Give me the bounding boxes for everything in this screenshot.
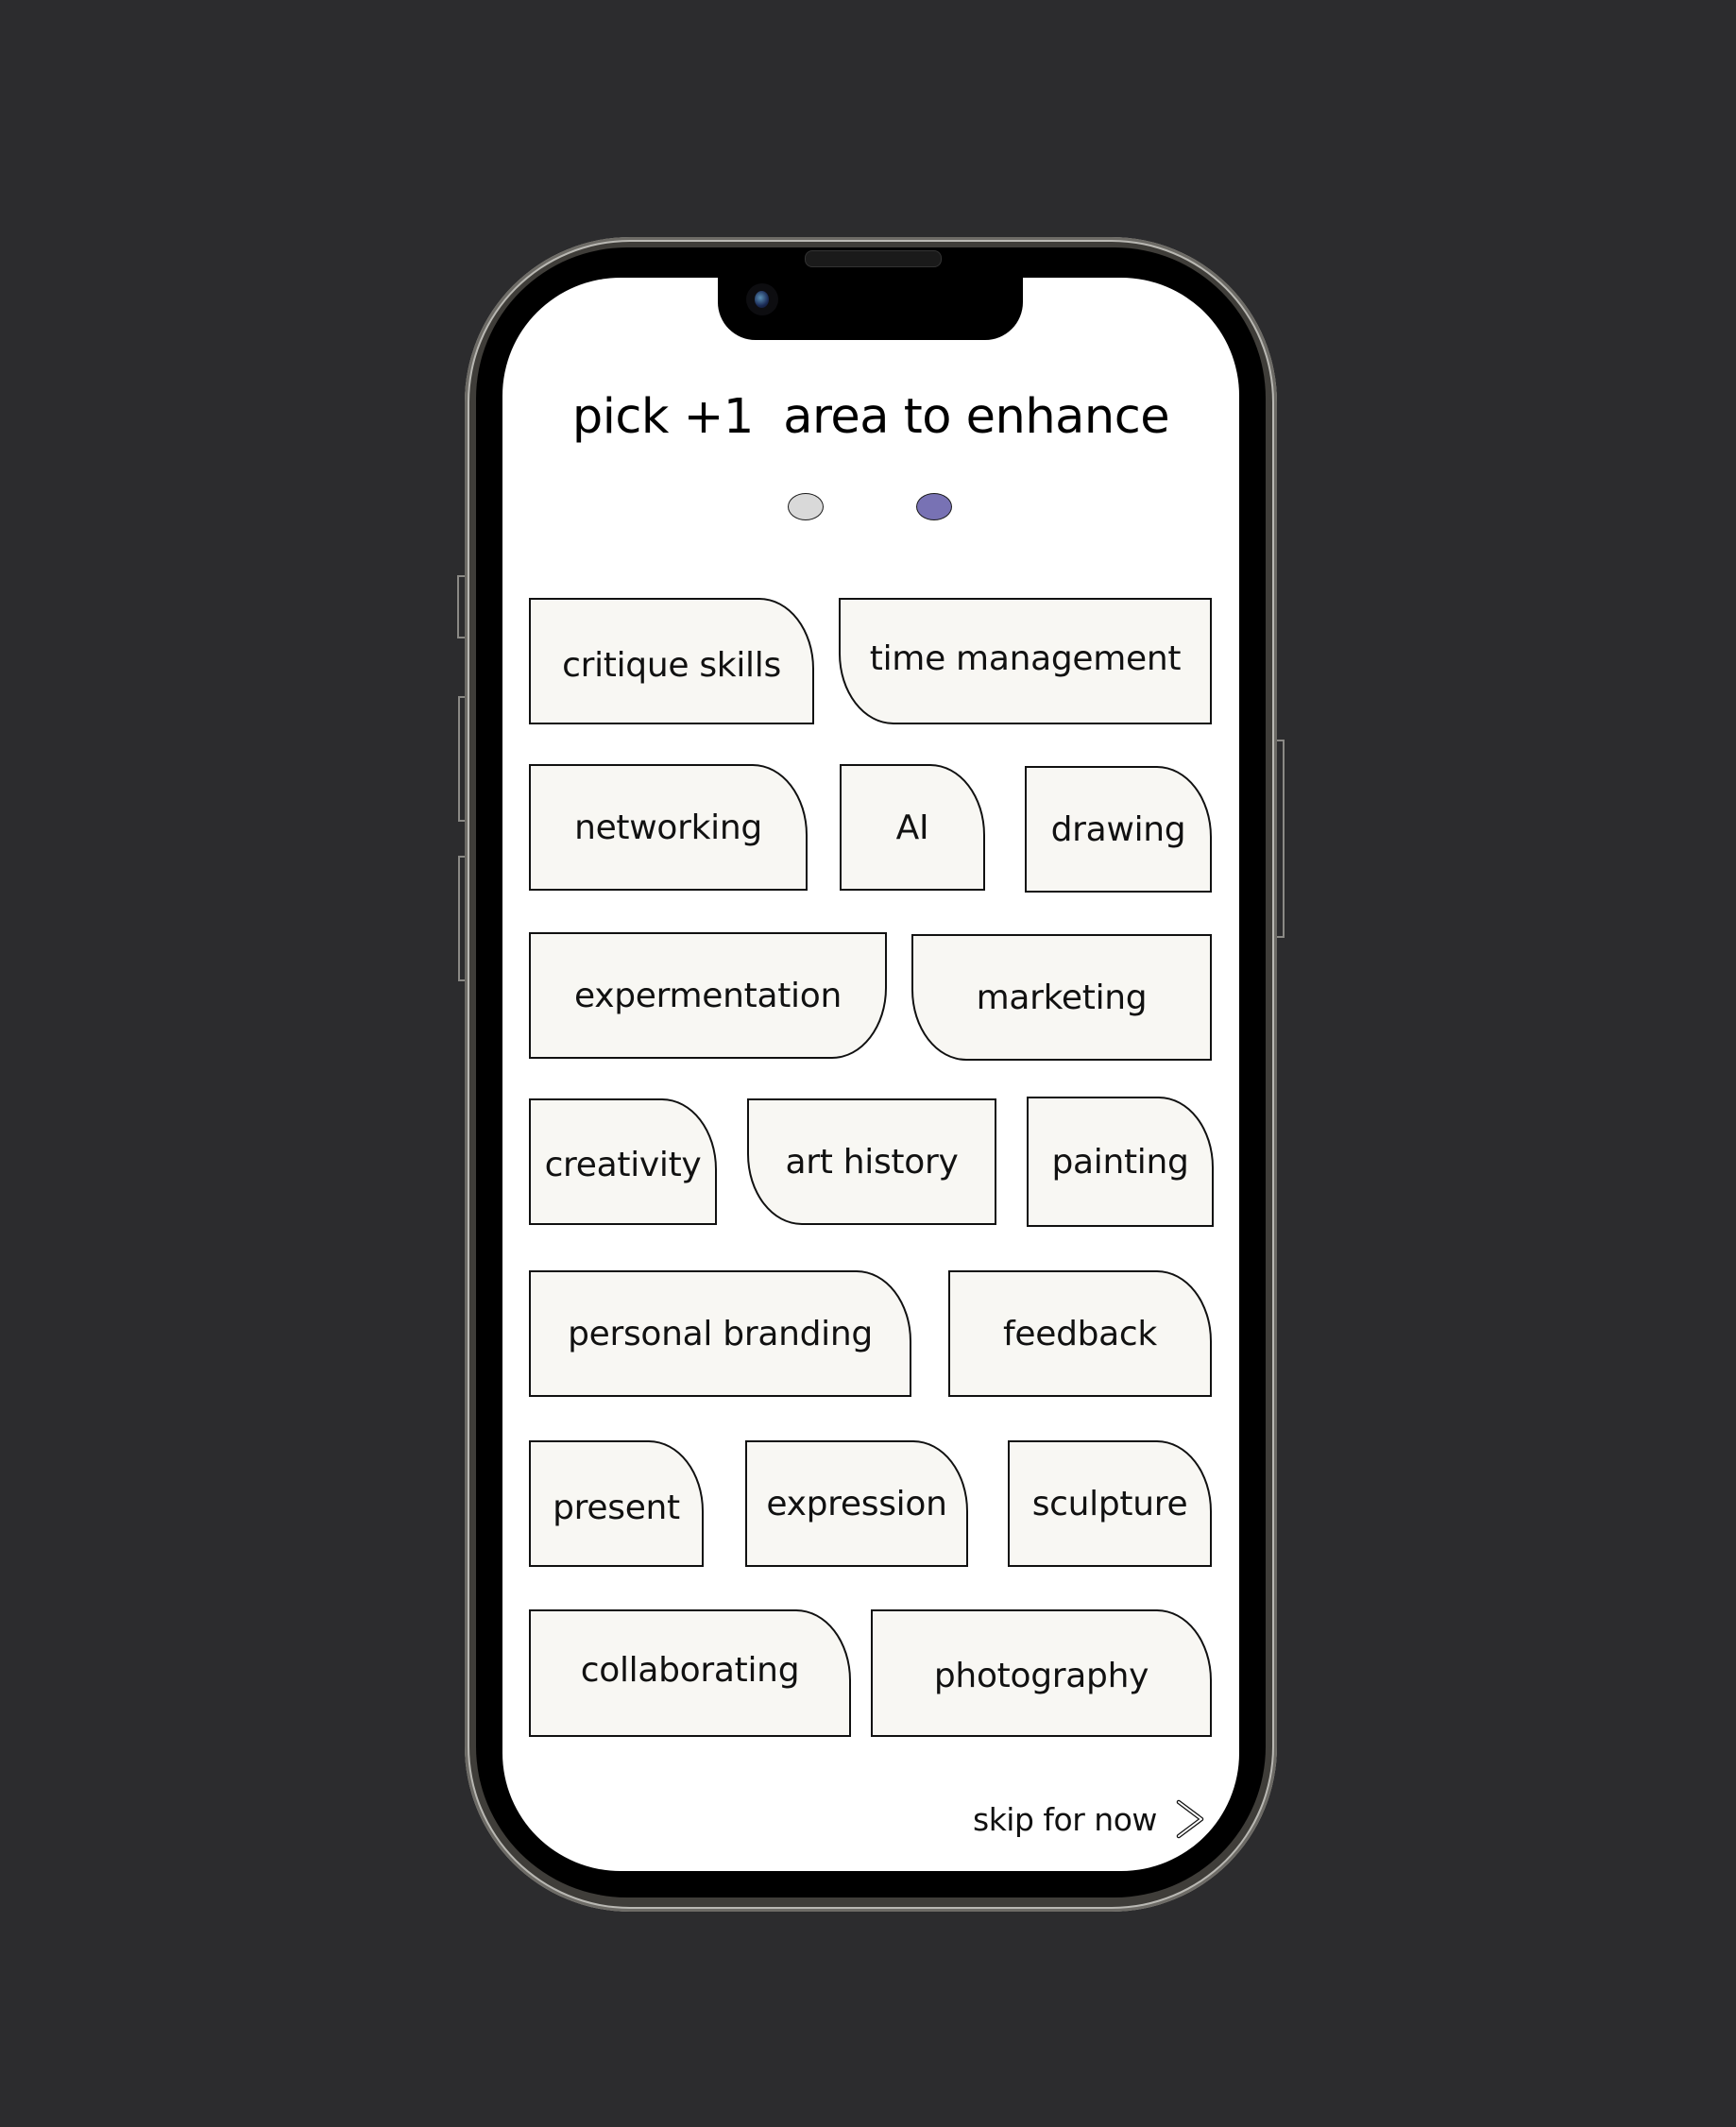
pagination-dot-2-active[interactable] xyxy=(916,493,952,520)
chip-sculpture[interactable]: sculpture xyxy=(1008,1440,1212,1567)
volume-up-button xyxy=(458,696,465,822)
chip-collaborating[interactable]: collaborating xyxy=(529,1609,851,1737)
chevron-right-icon xyxy=(1176,1799,1204,1839)
front-camera-icon xyxy=(746,283,778,315)
chip-feedback[interactable]: feedback xyxy=(948,1270,1212,1397)
chip-time-management[interactable]: time management xyxy=(839,598,1212,724)
page-title: pick +1 area to enhance xyxy=(571,389,1170,445)
chip-networking[interactable]: networking xyxy=(529,764,808,891)
chip-creativity[interactable]: creativity xyxy=(529,1098,717,1225)
chip-personal-branding[interactable]: personal branding xyxy=(529,1270,911,1397)
chip-present[interactable]: present xyxy=(529,1440,704,1567)
chip-ai[interactable]: AI xyxy=(840,764,985,891)
chip-drawing[interactable]: drawing xyxy=(1025,766,1212,893)
power-button xyxy=(1277,740,1285,938)
skip-for-now-button[interactable]: skip for now xyxy=(973,1793,1204,1846)
volume-down-button xyxy=(458,856,465,981)
chip-marketing[interactable]: marketing xyxy=(911,934,1212,1061)
chip-critique-skills[interactable]: critique skills xyxy=(529,598,814,724)
chip-art-history[interactable]: art history xyxy=(747,1098,996,1225)
chip-painting[interactable]: painting xyxy=(1027,1097,1214,1227)
chip-expression[interactable]: expression xyxy=(745,1440,968,1567)
skip-for-now-label: skip for now xyxy=(973,1800,1157,1838)
chip-expermentation[interactable]: expermentation xyxy=(529,932,887,1059)
speaker-grille xyxy=(805,250,942,267)
mute-switch xyxy=(457,575,465,638)
pagination-dot-1[interactable] xyxy=(788,493,824,520)
chip-photography[interactable]: photography xyxy=(871,1609,1212,1737)
